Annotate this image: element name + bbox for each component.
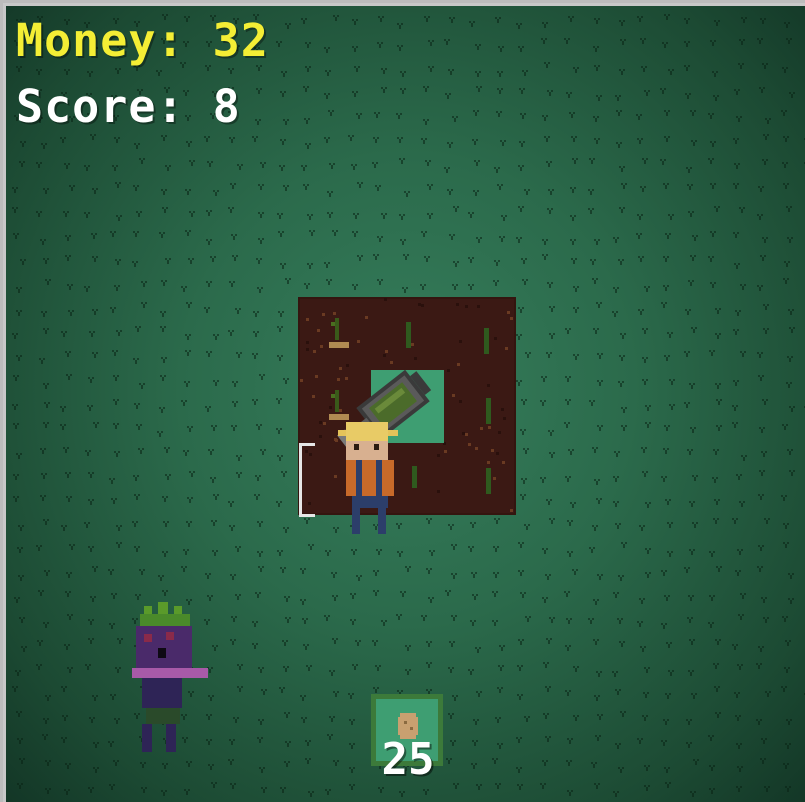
tile-selector-bracket <box>299 443 315 517</box>
game-window[interactable]: Money: 32 Score: 8 25 <box>0 0 805 802</box>
seedling-crop[interactable] <box>321 312 351 352</box>
seedling-crop[interactable] <box>478 464 498 498</box>
score-counter: Score: 8 <box>16 80 241 133</box>
money-counter: Money: 32 <box>16 14 269 67</box>
eggplant-monster-enemy[interactable] <box>132 602 210 754</box>
seedling-crop[interactable] <box>404 462 424 496</box>
seedling-crop[interactable] <box>478 394 498 428</box>
seed-count-label: 25 <box>381 734 435 785</box>
seedling-crop[interactable] <box>476 324 496 358</box>
seedling-crop[interactable] <box>398 318 418 352</box>
game-field[interactable]: Money: 32 Score: 8 25 <box>6 6 805 802</box>
farmer-player[interactable] <box>338 422 398 538</box>
